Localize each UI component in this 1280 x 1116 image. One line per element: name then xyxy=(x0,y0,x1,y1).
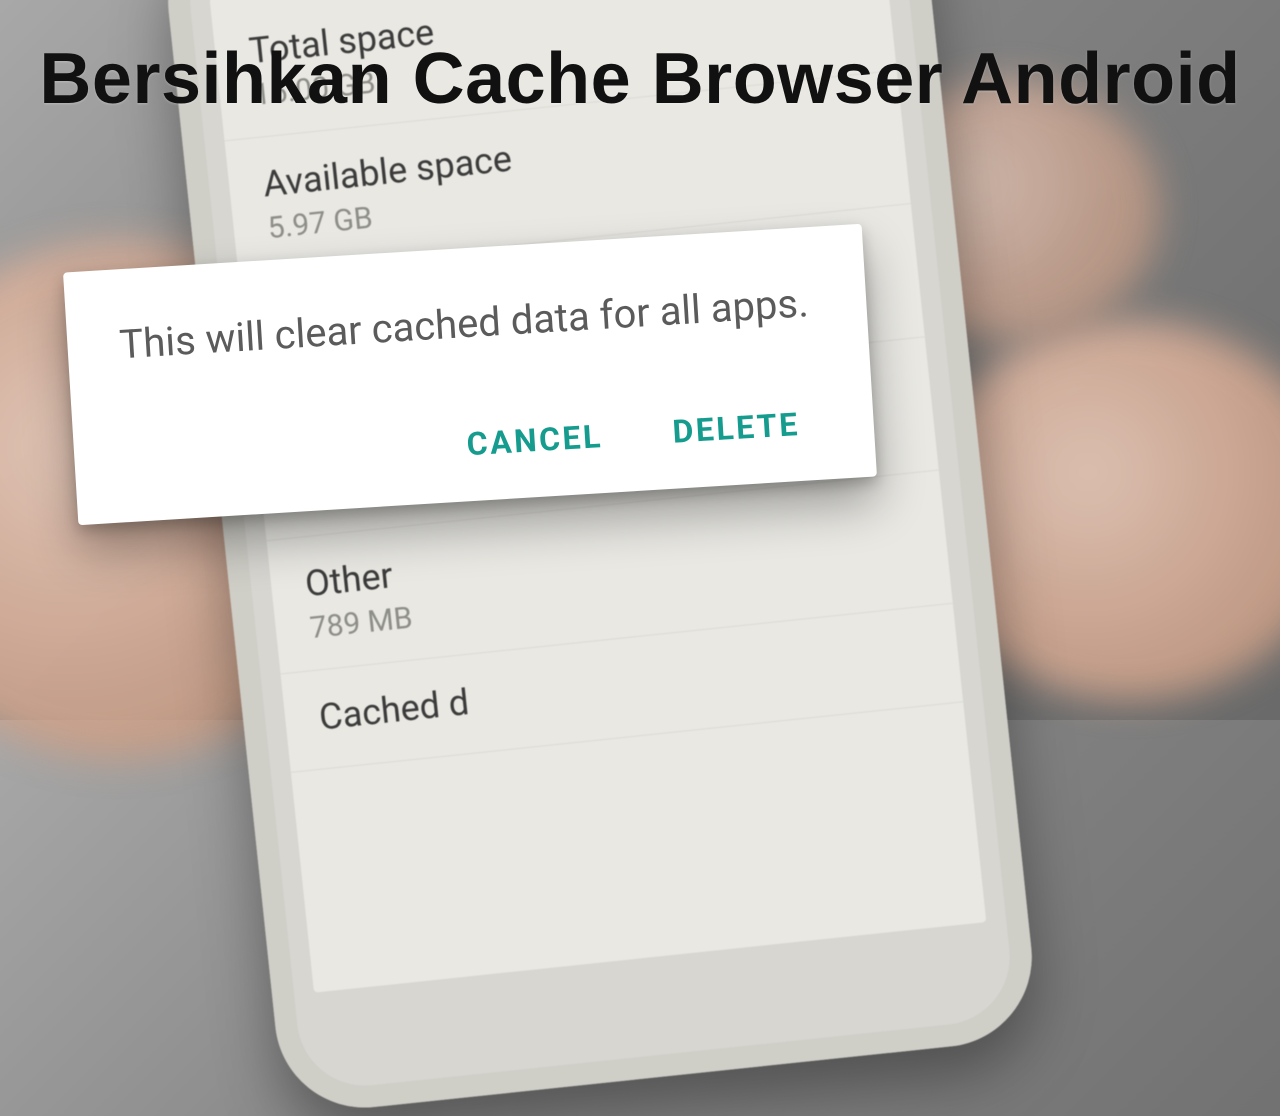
overlay-headline: Bersihkan Cache Browser Android xyxy=(39,38,1240,120)
delete-button[interactable]: DELETE xyxy=(671,405,800,451)
cancel-button[interactable]: CANCEL xyxy=(466,417,604,463)
dialog-message: This will clear cached data for all apps… xyxy=(118,275,816,373)
dialog-actions: CANCEL DELETE xyxy=(126,404,824,492)
phone-frame: Total space 16.00 GB Available space 5.9… xyxy=(159,0,1040,1116)
clear-cache-dialog: This will clear cached data for all apps… xyxy=(63,224,877,526)
